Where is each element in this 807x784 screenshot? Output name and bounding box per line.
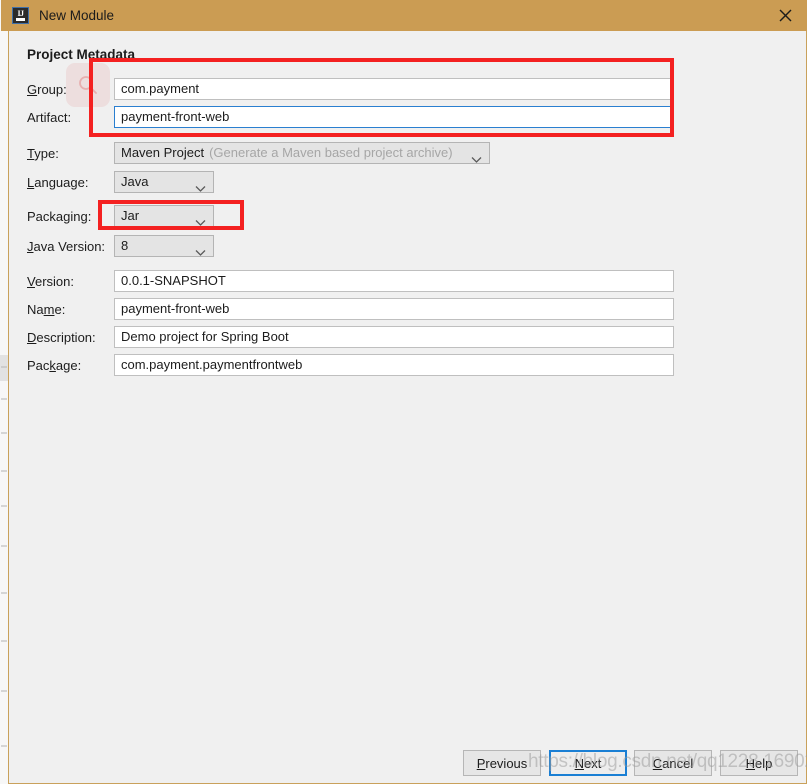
label-java-version: Java Version: [27,238,106,254]
chevron-down-icon [195,243,206,256]
next-button-label: Next [574,755,602,771]
new-module-dialog: IJ New Module Project Metadata Group: co… [1,0,807,784]
dialog-titlebar: IJ New Module [1,0,807,31]
app-icon-label: IJ [17,9,24,18]
version-input[interactable]: 0.0.1-SNAPSHOT [114,270,674,292]
name-input[interactable]: payment-front-web [114,298,674,320]
help-button[interactable]: Help [720,750,798,776]
packaging-combo-value: Jar [121,208,140,223]
label-language: Language: [27,174,89,190]
type-combo-hint: (Generate a Maven based project archive) [209,145,453,160]
cancel-button[interactable]: Cancel [634,750,712,776]
dialog-content: Project Metadata Group: com.payment Arti… [9,31,806,783]
packaging-combo[interactable]: Jar [114,205,214,227]
previous-button[interactable]: Previous [463,750,541,776]
previous-button-label: Previous [476,755,528,771]
type-combo[interactable]: Maven Project (Generate a Maven based pr… [114,142,490,164]
help-button-label: Help [745,755,773,771]
label-version: Version: [27,273,74,289]
chevron-down-icon [195,179,206,192]
label-group: Group: [27,81,67,97]
package-input[interactable]: com.payment.paymentfrontweb [114,354,674,376]
group-input[interactable]: com.payment [114,78,674,100]
app-icon-underbar [15,18,25,21]
language-combo[interactable]: Java [114,171,214,193]
label-name: Name: [27,301,66,317]
label-description: Description: [27,329,96,345]
chevron-down-icon [471,150,482,163]
window-title: New Module [39,8,115,23]
artifact-input[interactable]: payment-front-web [114,106,674,128]
label-package: Package: [27,357,82,373]
label-packaging: Packaging: [27,208,92,224]
intellij-idea-icon: IJ [12,7,29,24]
next-button[interactable]: Next [549,750,627,776]
cancel-button-label: Cancel [652,755,694,771]
page-title: Project Metadata [27,47,136,62]
description-input[interactable]: Demo project for Spring Boot [114,326,674,348]
search-icon [66,63,110,107]
label-artifact: Artifact: [27,109,72,125]
close-icon[interactable] [762,0,807,31]
type-combo-value: Maven Project [121,145,205,160]
chevron-down-icon [195,213,206,226]
label-type: Type: [27,145,59,161]
language-combo-value: Java [121,174,149,189]
java-version-combo[interactable]: 8 [114,235,214,257]
java-version-combo-value: 8 [121,238,129,253]
